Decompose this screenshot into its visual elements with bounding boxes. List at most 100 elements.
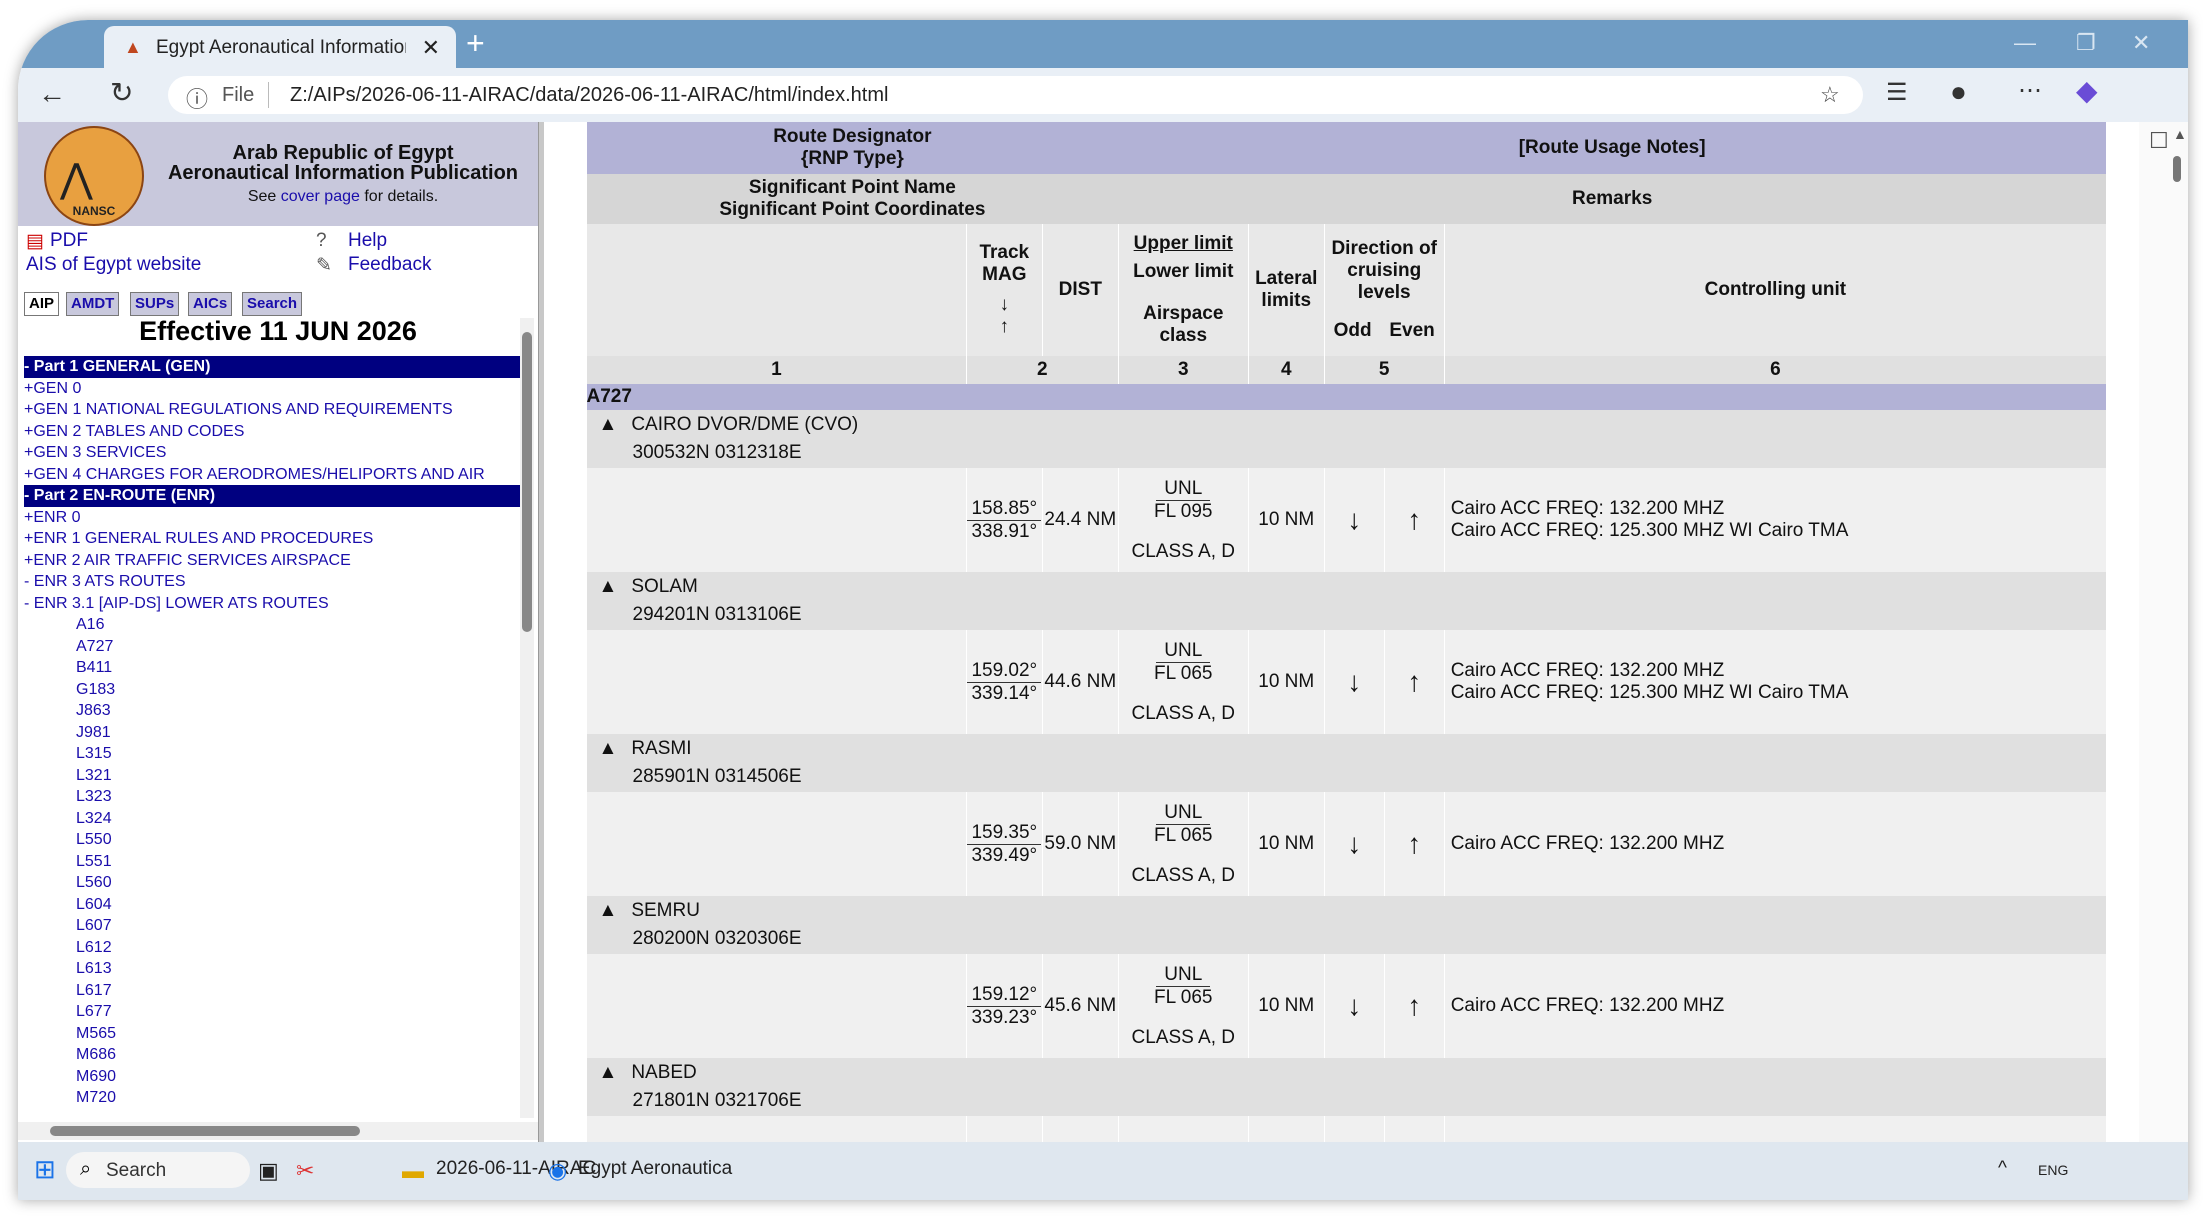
back-icon[interactable]: ← [38,78,66,110]
point-coords: 285901N 0314506E [632,766,802,787]
toc-route-link[interactable]: L324 [24,808,524,830]
taskbar-folder[interactable]: 2026-06-11-AIRAC [436,1158,596,1180]
toc-part-heading[interactable]: - Part 2 EN-ROUTE (ENR) [24,485,524,507]
toc-item[interactable]: +GEN 1 NATIONAL REGULATIONS AND REQUIREM… [24,399,524,421]
toc-item[interactable]: +GEN 2 TABLES AND CODES [24,421,524,443]
toc-route-link[interactable]: G183 [24,679,524,701]
favorite-star-icon[interactable]: ☆ [1820,82,1840,108]
toc-route-link[interactable]: M686 [24,1044,524,1066]
language-indicator[interactable]: ENG [2038,1162,2068,1178]
col-number: 4 [1247,356,1325,384]
taskbar-edge[interactable]: Egypt Aeronautica [578,1158,732,1180]
toc-route-link[interactable]: M720 [24,1087,524,1109]
favorites-icon[interactable]: ☰ [1886,78,1908,107]
toc-route-link[interactable]: M565 [24,1023,524,1045]
limits-cell: UNL [1117,1116,1249,1142]
feedback-link[interactable]: Feedback [348,254,431,276]
toc-route-link[interactable]: L677 [24,1001,524,1023]
left-links: ▤ PDF AIS of Egypt website ? Help ✎ Feed… [18,226,538,290]
pdf-link[interactable]: PDF [50,230,88,252]
left-scroll-thumb[interactable] [522,332,532,632]
tab-amdt[interactable]: AMDT [66,292,120,316]
left-horizontal-scrollbar[interactable] [18,1122,538,1140]
tab-sups[interactable]: SUPs [130,292,180,316]
toc-route-link[interactable]: L613 [24,958,524,980]
track-cell: 159.12° 339.23° [965,954,1043,1058]
toc-route-link[interactable]: L617 [24,980,524,1002]
toc-route-link[interactable]: B411 [24,657,524,679]
more-icon[interactable]: ⋯ [2018,76,2042,105]
toc-item[interactable]: +GEN 3 SERVICES [24,442,524,464]
right-scroll-thumb[interactable] [2173,156,2181,182]
tab-search[interactable]: Search [242,292,303,316]
tab-aics[interactable]: AICs [188,292,233,316]
pdf-icon: ▤ [26,231,44,252]
point-coords: 280200N 0320306E [632,928,802,949]
taskbar-search[interactable]: ⌕ Search [66,1152,250,1188]
feedback-icon: ✎ [316,255,332,276]
toc-item[interactable]: +GEN 4 CHARGES FOR AERODROMES/HELIPORTS … [24,464,524,486]
toc-route-link[interactable]: L550 [24,829,524,851]
toc-item[interactable]: +ENR 0 [24,507,524,529]
bird-icon: ⋀ [60,157,93,201]
toc-route-link[interactable]: L560 [24,872,524,894]
left-panel: ⋀ NANSC Arab Republic of Egypt Aeronauti… [18,122,538,1142]
website-link[interactable]: AIS of Egypt website [26,254,201,276]
sidebar-toggle-icon[interactable]: ☐ [2149,128,2169,154]
toc-route-link[interactable]: J863 [24,700,524,722]
point-coords: 300532N 0312318E [632,442,802,463]
toc-route-link[interactable]: M690 [24,1066,524,1088]
left-hscroll-thumb[interactable] [50,1126,360,1136]
scroll-up-icon[interactable]: ▲ [2173,126,2187,142]
left-header: ⋀ NANSC Arab Republic of Egypt Aeronauti… [18,122,538,226]
toc-route-link[interactable]: L612 [24,937,524,959]
dist-cell: 44.6 NM [1041,630,1119,734]
address-bar[interactable]: ⓘ File Z:/AIPs/2026-06-11-AIRAC/data/202… [168,76,1863,114]
cover-page-link[interactable]: cover page [281,188,360,205]
toc-route-link[interactable]: L607 [24,915,524,937]
windows-start-icon[interactable]: ⊞ [34,1154,56,1185]
toc-route-link[interactable]: A727 [24,636,524,658]
controlling-unit-cell: Cairo ACC FREQ: 132.200 MHZ Cairo ACC FRE… [1443,630,2106,734]
minimize-icon[interactable]: — [2014,30,2036,56]
toc-item[interactable]: - ENR 3 ATS ROUTES [24,571,524,593]
maximize-icon[interactable]: ❐ [2076,30,2096,56]
toc-route-link[interactable]: L323 [24,786,524,808]
profile-icon[interactable]: ● [1950,76,1967,108]
toc-route-link[interactable]: L551 [24,851,524,873]
toc-item[interactable]: +GEN 0 [24,378,524,400]
dist-cell: 59.0 NM [1041,792,1119,896]
left-vertical-scrollbar[interactable] [520,318,534,1118]
info-icon[interactable]: ⓘ [186,82,208,114]
segment-row: 159.35° 339.49° 59.0 NM UNL FL 065 CLASS A, D… [586,792,2106,896]
toc-route-link[interactable]: A16 [24,614,524,636]
tab-aip[interactable]: AIP [24,292,60,316]
toc-item[interactable]: - ENR 3.1 [AIP-DS] LOWER ATS ROUTES [24,593,524,615]
browser-tab[interactable]: ▲ Egypt Aeronautical Information M ✕ [104,26,456,68]
close-tab-icon[interactable]: ✕ [422,35,440,61]
toc-route-link[interactable]: J981 [24,722,524,744]
track-cell: 159.02° 339.14° [965,630,1043,734]
snipping-tool-icon[interactable]: ✂ [296,1158,314,1184]
toc-route-link[interactable]: L321 [24,765,524,787]
close-window-icon[interactable]: ✕ [2132,30,2150,56]
header-limits: Upper limit Lower limit Airspace class [1117,224,1249,356]
new-tab-button[interactable]: + [466,26,485,60]
toc-item[interactable]: +ENR 2 AIR TRAFFIC SERVICES AIRSPACE [24,550,524,572]
route-table-panel: Route Designator {RNP Type} [Route Usage… [544,122,2188,1142]
lateral-cell [1247,1116,1325,1142]
header-significant-point: Significant Point Name Significant Point… [586,174,1119,224]
help-link[interactable]: Help [348,230,387,252]
point-name: RASMI [631,738,692,759]
task-view-icon[interactable]: ▣ [258,1158,279,1184]
url-text[interactable]: Z:/AIPs/2026-06-11-AIRAC/data/2026-06-11… [290,84,888,107]
toc-item[interactable]: +ENR 1 GENERAL RULES AND PROCEDURES [24,528,524,550]
toc-route-link[interactable]: L315 [24,743,524,765]
effective-date: Effective 11 JUN 2026 [139,316,417,346]
refresh-icon[interactable]: ↻ [110,76,133,109]
even-arrow-icon [1383,1116,1445,1142]
tray-chevron-icon[interactable]: ^ [1998,1158,2007,1180]
copilot-icon[interactable]: ◆ [2076,74,2098,107]
toc-part-heading[interactable]: - Part 1 GENERAL (GEN) [24,356,524,378]
toc-route-link[interactable]: L604 [24,894,524,916]
